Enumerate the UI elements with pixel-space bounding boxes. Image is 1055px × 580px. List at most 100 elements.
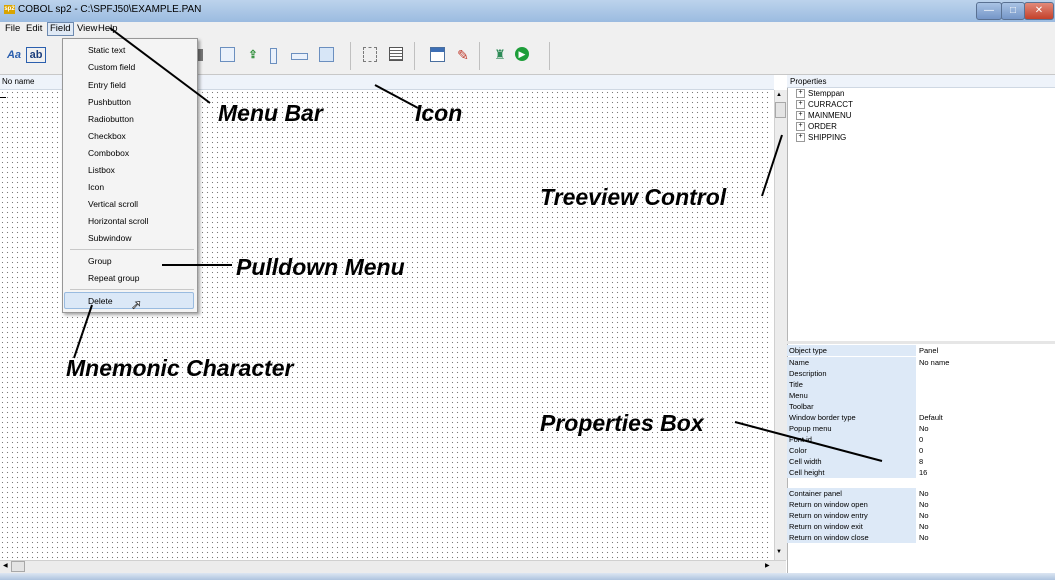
menu-item-vertical-scroll[interactable]: Vertical scroll — [88, 199, 138, 209]
property-name: Object type — [787, 345, 916, 356]
tree-node[interactable]: + ORDER — [796, 122, 837, 133]
entry-field-tool-icon[interactable]: ab — [26, 47, 46, 63]
menu-item-combobox[interactable]: Combobox — [88, 148, 129, 158]
menu-item-listbox[interactable]: Listbox — [88, 165, 115, 175]
property-value[interactable]: No — [919, 488, 1055, 499]
property-row[interactable]: Toolbar — [787, 401, 1055, 412]
property-row[interactable]: Description — [787, 368, 1055, 379]
menu-item-subwindow[interactable]: Subwindow — [88, 233, 131, 243]
property-value[interactable]: 8 — [919, 456, 1055, 467]
close-button[interactable]: ✕ — [1024, 2, 1054, 20]
tree-node[interactable]: + MAINMENU — [796, 111, 852, 122]
menu-item-pushbutton[interactable]: Pushbutton — [88, 97, 131, 107]
property-value[interactable] — [919, 390, 1055, 401]
panel-splitter[interactable] — [787, 341, 1055, 344]
tree-node-label: ORDER — [808, 122, 837, 131]
expand-icon[interactable]: + — [796, 122, 805, 132]
property-value[interactable]: 0 — [919, 434, 1055, 445]
property-value[interactable] — [919, 368, 1055, 379]
save-tool-icon[interactable]: ♜ — [492, 47, 508, 63]
run-tool-icon[interactable]: ▶ — [515, 47, 529, 61]
panel-tool-icon[interactable] — [430, 47, 445, 62]
maximize-button[interactable]: □ — [1001, 2, 1025, 20]
vertical-scroll-thumb[interactable] — [775, 102, 786, 118]
property-row[interactable]: Window border type Default — [787, 412, 1055, 423]
property-value[interactable]: Default — [919, 412, 1055, 423]
menu-item-repeat-group[interactable]: Repeat group — [88, 273, 140, 283]
field-pulldown-menu — [62, 38, 198, 313]
menu-item-custom-field[interactable]: Custom field — [88, 62, 135, 72]
property-value[interactable]: No — [919, 521, 1055, 532]
minimize-button[interactable]: — — [976, 2, 1002, 20]
tree-node[interactable]: + Stemppan — [796, 89, 844, 100]
scroll-down-icon[interactable]: ▼ — [776, 549, 782, 555]
tree-node[interactable]: + SHIPPING — [796, 133, 846, 144]
property-value[interactable]: No — [919, 423, 1055, 434]
property-value[interactable] — [919, 379, 1055, 390]
menu-item-radiobutton[interactable]: Radiobutton — [88, 114, 134, 124]
property-value[interactable] — [919, 401, 1055, 412]
tree-node[interactable]: + CURRACCT — [796, 100, 853, 111]
property-row[interactable]: Title — [787, 379, 1055, 390]
property-value[interactable]: 0 — [919, 445, 1055, 456]
scroll-right-icon[interactable]: ▶ — [765, 562, 770, 569]
property-name: Title — [787, 379, 916, 390]
property-row[interactable]: Return on window close No — [787, 532, 1055, 543]
horizontal-scrollbar[interactable] — [0, 560, 786, 573]
menu-help[interactable]: Help — [96, 23, 120, 35]
property-row[interactable]: Menu — [787, 390, 1055, 401]
menu-item-group[interactable]: Group — [88, 256, 112, 266]
vertical-scroll-tool-icon[interactable] — [270, 48, 277, 64]
window-title: COBOL sp2 - C:\SPFJ50\EXAMPLE.PAN — [18, 4, 202, 15]
repeat-group-tool-icon[interactable] — [389, 47, 403, 61]
property-value[interactable]: No — [919, 510, 1055, 521]
expand-icon[interactable]: + — [796, 89, 805, 99]
menu-item-static-text[interactable]: Static text — [88, 45, 125, 55]
property-row[interactable]: Name No name — [787, 357, 1055, 368]
callout-menu-bar: Menu Bar — [218, 100, 323, 126]
menu-item-checkbox[interactable]: Checkbox — [88, 131, 126, 141]
property-value[interactable]: No — [919, 532, 1055, 543]
static-text-tool-icon[interactable]: Aa — [5, 47, 23, 63]
expand-icon[interactable]: + — [796, 133, 805, 143]
scroll-left-icon[interactable]: ◀ — [3, 562, 8, 569]
property-value[interactable]: Panel — [919, 345, 1055, 356]
tree-node-label: CURRACCT — [808, 100, 853, 109]
property-row[interactable]: Return on window entry No — [787, 510, 1055, 521]
menu-item-entry-field[interactable]: Entry field — [88, 80, 126, 90]
property-row[interactable]: Return on window exit No — [787, 521, 1055, 532]
expand-icon[interactable]: + — [796, 100, 805, 110]
property-row[interactable]: Color 0 — [787, 445, 1055, 456]
property-row[interactable]: Return on window open No — [787, 499, 1055, 510]
property-value[interactable]: No name — [919, 357, 1055, 368]
property-row[interactable]: Font id 0 — [787, 434, 1055, 445]
horizontal-scroll-thumb[interactable] — [11, 561, 25, 572]
icon-tool-icon[interactable]: ⇪ — [245, 47, 261, 63]
property-row[interactable]: Popup menu No — [787, 423, 1055, 434]
property-name: Popup menu — [787, 423, 916, 434]
menu-edit[interactable]: Edit — [24, 23, 44, 35]
property-row[interactable]: Cell height 16 — [787, 467, 1055, 478]
property-name: Return on window close — [787, 532, 916, 543]
property-row[interactable]: Cell width 8 — [787, 456, 1055, 467]
property-value[interactable]: No — [919, 499, 1055, 510]
expand-icon[interactable]: + — [796, 111, 805, 121]
menu-item-horizontal-scroll[interactable]: Horizontal scroll — [88, 216, 148, 226]
property-name: Cell height — [787, 467, 916, 478]
horizontal-scroll-tool-icon[interactable] — [291, 53, 308, 60]
listbox-tool-icon[interactable] — [220, 47, 235, 62]
property-row[interactable]: Object type Panel — [787, 345, 1055, 356]
subwindow-tool-icon[interactable] — [319, 47, 334, 62]
menu-field[interactable]: Field — [47, 22, 74, 36]
property-name: Description — [787, 368, 916, 379]
menu-highlight — [64, 292, 194, 309]
menu-item-icon[interactable]: Icon — [88, 182, 104, 192]
vertical-scrollbar[interactable] — [774, 90, 787, 560]
property-value[interactable]: 16 — [919, 467, 1055, 478]
group-tool-icon[interactable] — [363, 47, 377, 62]
menu-item-delete[interactable]: Delete — [88, 296, 113, 306]
delete-tool-icon[interactable]: ✎ — [455, 47, 471, 63]
property-row[interactable]: Container panel No — [787, 488, 1055, 499]
menu-file[interactable]: File — [3, 23, 22, 35]
scroll-up-icon[interactable]: ▲ — [776, 92, 782, 98]
